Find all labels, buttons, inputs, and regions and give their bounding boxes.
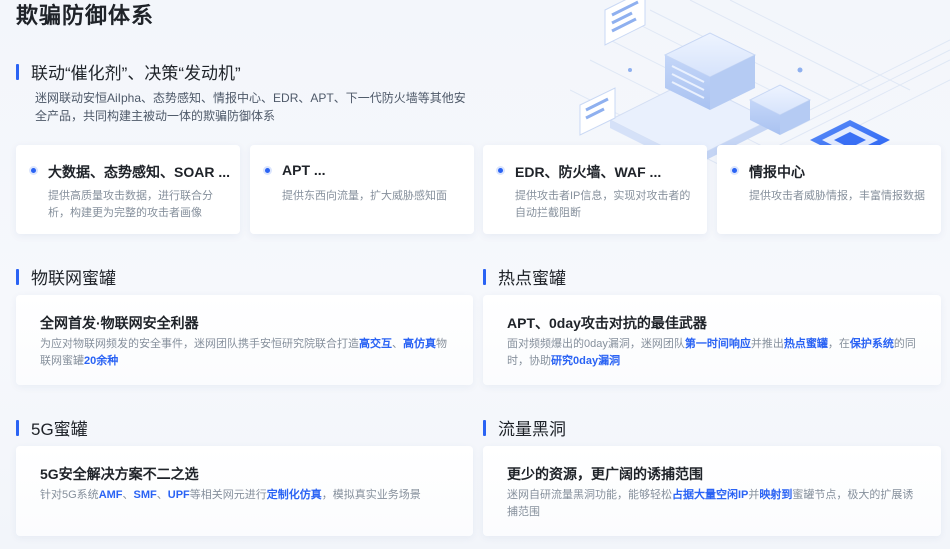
section-title: 联动“催化剂”、决策“发动机” [31,64,241,83]
bar-icon [16,268,19,285]
panel-5g: 5G安全解决方案不二之选 针对5G系统AMF、SMF、UPF等相关网元进行定制化… [16,446,473,536]
section-5g-header: 5G蜜罐 [16,415,88,440]
section-linkage-header: 联动“催化剂”、决策“发动机” [16,59,241,84]
panel-blackhole: 更少的资源，更广阔的诱捕范围 迷网自研流量黑洞功能，能够轻松占据大量空闲IP并映… [483,446,941,536]
bar-icon [483,268,486,285]
bar-icon [483,419,486,436]
card-title: 大数据、态势感知、SOAR ... [48,164,231,180]
section-title: 流量黑洞 [498,420,566,439]
card-desc: 提供攻击者IP信息，实现对攻击者的自动拦截阻断 [515,190,691,219]
card-title: EDR、防火墙、WAF ... [515,164,662,180]
card-desc: 提供高质量攻击数据，进行联合分析，构建更为完整的攻击者画像 [48,190,213,219]
card-desc: 提供东西向流量，扩大威胁感知面 [282,190,447,202]
section-title: 物联网蜜罐 [31,269,116,288]
bar-icon [16,419,19,436]
panel-iot: 全网首发·物联网安全利器 为应对物联网频发的安全事件，迷网团队携手安恒研究院联合… [16,295,473,385]
dot-icon [265,168,270,173]
linkage-intro: 迷网联动安恒AiIpha、态势感知、情报中心、EDR、APT、下一代防火墙等其他… [35,91,466,123]
card-apt: APT ... 提供东西向流量，扩大威胁感知面 [250,145,474,234]
page-title: 欺骗防御体系 [16,3,155,28]
dot-icon [31,168,36,173]
card-bigdata: 大数据、态势感知、SOAR ... 提供高质量攻击数据，进行联合分析，构建更为完… [16,145,240,234]
panel-desc: 为应对物联网频发的安全事件，迷网团队携手安恒研究院联合打造高交互、高仿真物联网蜜… [40,338,447,367]
card-title: 情报中心 [749,164,805,180]
panel-title: APT、0day攻击对抗的最佳武器 [507,315,707,331]
panel-title: 全网首发·物联网安全利器 [40,315,199,331]
panel-desc: 迷网自研流量黑洞功能，能够轻松占据大量空闲IP并映射到蜜罐节点，极大的扩展诱捕范… [507,489,914,518]
panel-desc: 针对5G系统AMF、SMF、UPF等相关网元进行定制化仿真，模拟真实业务场景 [40,489,421,501]
panel-desc: 面对频频爆出的0day漏洞，迷网团队第一时间响应并推出热点蜜罐，在保护系统的同时… [507,338,916,367]
card-desc: 提供攻击者威胁情报，丰富情报数据 [749,190,925,202]
panel-hot: APT、0day攻击对抗的最佳武器 面对频频爆出的0day漏洞，迷网团队第一时间… [483,295,941,385]
dot-icon [732,168,737,173]
card-intel: 情报中心 提供攻击者威胁情报，丰富情报数据 [717,145,941,234]
panel-title: 5G安全解决方案不二之选 [40,466,199,482]
panel-title: 更少的资源，更广阔的诱捕范围 [507,466,703,482]
section-blackhole-header: 流量黑洞 [483,415,566,440]
section-iot-header: 物联网蜜罐 [16,264,116,289]
section-title: 5G蜜罐 [31,420,88,439]
section-hot-header: 热点蜜罐 [483,264,566,289]
bar-icon [16,63,19,80]
card-edr: EDR、防火墙、WAF ... 提供攻击者IP信息，实现对攻击者的自动拦截阻断 [483,145,707,234]
section-title: 热点蜜罐 [498,269,566,288]
card-title: APT ... [282,162,326,178]
dot-icon [498,168,503,173]
